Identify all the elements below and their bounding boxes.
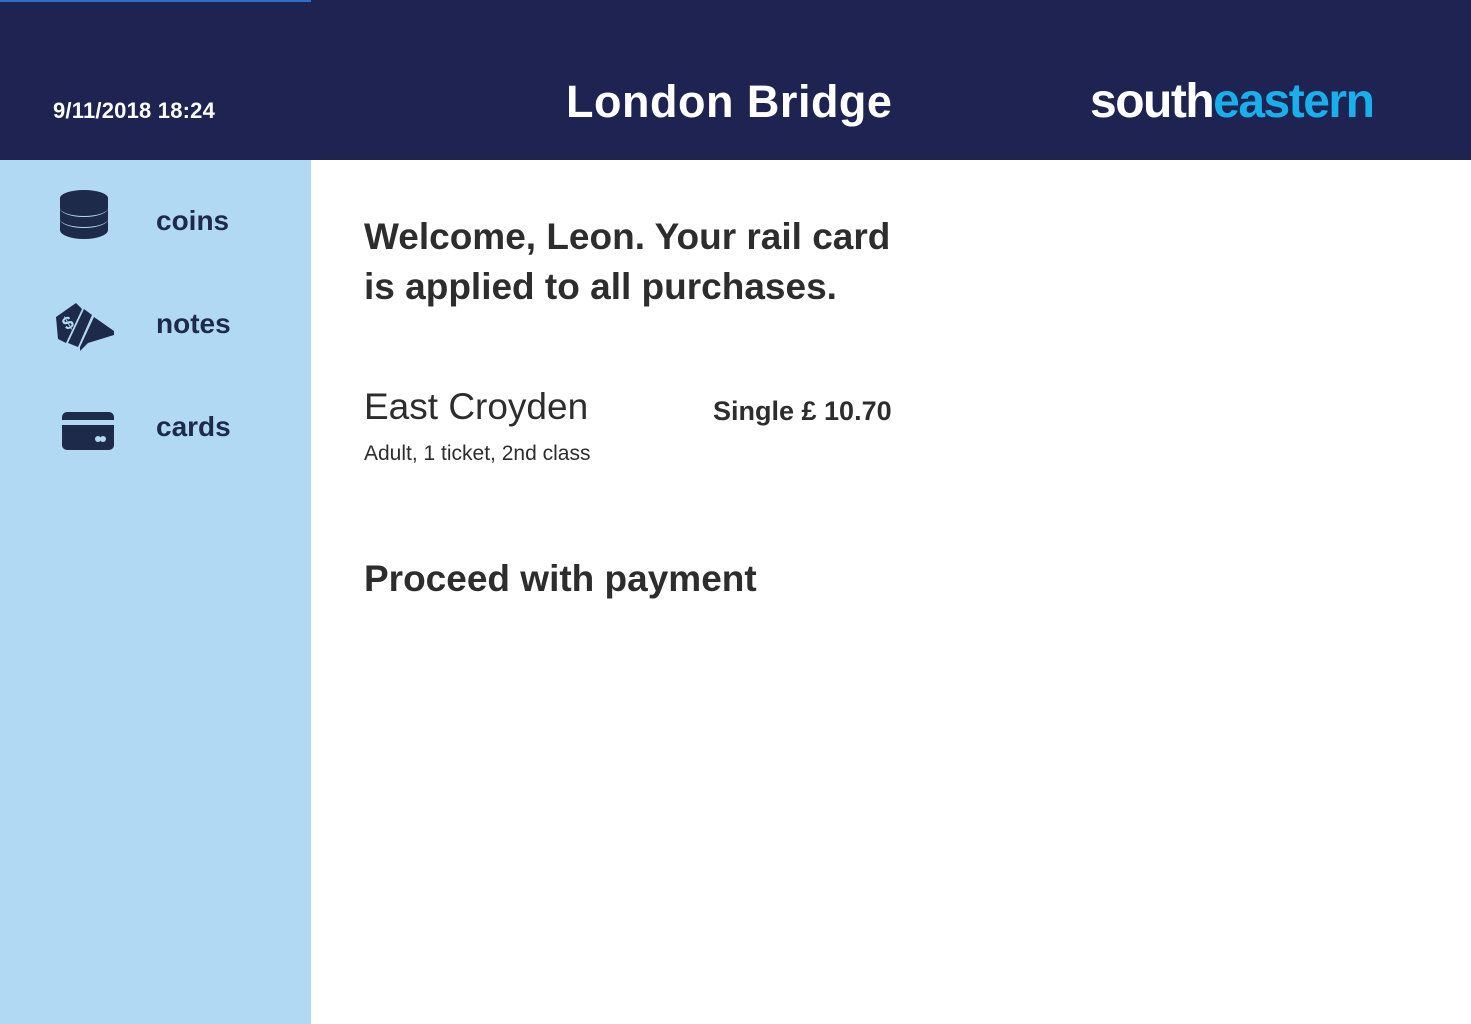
payment-option-notes[interactable]: $ notes: [0, 285, 311, 365]
brand-logo-part-1: south: [1090, 75, 1215, 128]
proceed-payment-button[interactable]: Proceed with payment: [364, 558, 757, 600]
main-content: Welcome, Leon. Your rail card is applied…: [311, 160, 1471, 1024]
banknotes-icon: $: [54, 295, 116, 357]
brand-logo-part-2: eastern: [1213, 75, 1375, 128]
datetime: 9/11/2018 18:24: [53, 98, 216, 123]
brand-logo: southeastern: [1090, 74, 1375, 129]
ticket-fare: Single £ 10.70: [713, 396, 892, 426]
payment-option-label: notes: [156, 308, 231, 339]
station-title: London Bridge: [566, 76, 893, 127]
welcome-message: Welcome, Leon. Your rail card is applied…: [364, 216, 891, 307]
ticket-destination: East Croyden: [364, 386, 589, 427]
payment-option-cards[interactable]: cards: [0, 388, 311, 468]
payment-option-label: coins: [156, 205, 230, 236]
credit-card-icon: [54, 400, 116, 462]
ticket-details: Adult, 1 ticket, 2nd class: [364, 442, 591, 465]
payment-option-label: cards: [156, 411, 231, 442]
header-bar: 9/11/2018 18:24 London Bridge southeaste…: [0, 0, 1471, 160]
coins-icon: [54, 190, 116, 252]
payment-method-sidebar: coins $ notes cards: [0, 160, 311, 1024]
header-accent-line: [0, 0, 311, 2]
payment-option-coins[interactable]: coins: [0, 182, 311, 262]
